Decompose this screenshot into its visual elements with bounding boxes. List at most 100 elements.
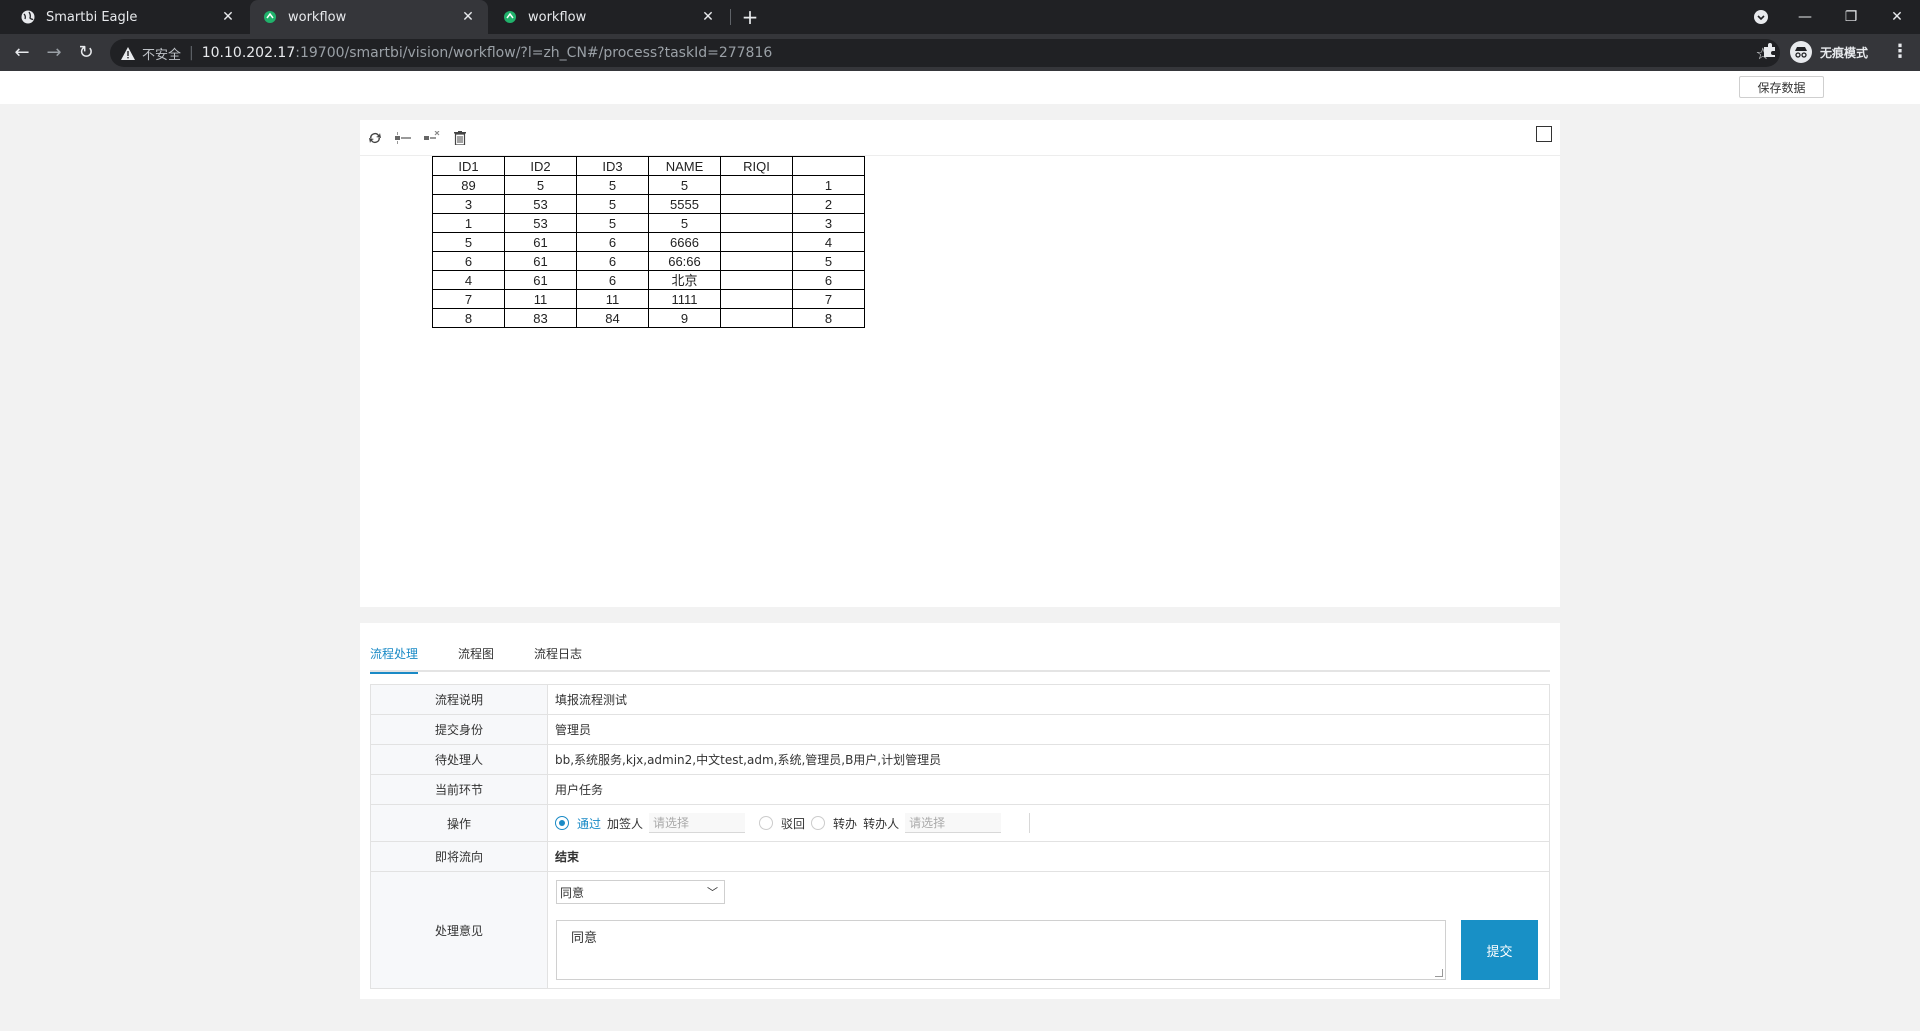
browser-tab-workflow-active[interactable]: workflow ✕	[250, 0, 488, 34]
restore-icon[interactable]: ❐	[1828, 0, 1874, 34]
incognito-profile-button[interactable]: 无痕模式	[1790, 39, 1869, 65]
table-cell[interactable]: 5	[432, 232, 505, 252]
table-cell[interactable]: 5	[576, 213, 649, 233]
table-cell[interactable]	[720, 194, 793, 214]
trash-icon[interactable]	[450, 128, 470, 148]
table-cell[interactable]: 5	[576, 194, 649, 214]
table-cell[interactable]	[720, 251, 793, 271]
tab-process-log[interactable]: 流程日志	[534, 645, 582, 672]
table-cell[interactable]	[720, 175, 793, 195]
table-cell[interactable]: 61	[504, 270, 577, 290]
minimize-icon[interactable]: —	[1782, 0, 1828, 34]
close-tab-icon[interactable]: ✕	[220, 9, 236, 25]
table-cell[interactable]: 61	[504, 232, 577, 252]
table-cell[interactable]	[720, 213, 793, 233]
reject-radio[interactable]	[759, 816, 774, 830]
table-cell[interactable]	[720, 289, 793, 309]
back-arrow-icon[interactable]: ←	[8, 38, 36, 66]
resize-grip-icon[interactable]	[1435, 969, 1443, 977]
table-cell[interactable]: 4	[792, 232, 865, 252]
close-window-icon[interactable]: ✕	[1874, 0, 1920, 34]
table-cell[interactable]: 6	[576, 251, 649, 271]
maximize-icon[interactable]	[1536, 126, 1552, 142]
extensions-puzzle-icon[interactable]	[1762, 42, 1782, 62]
form-row-identity: 提交身份 管理员	[371, 715, 1549, 745]
table-cell[interactable]: 8	[792, 308, 865, 328]
forward-arrow-icon[interactable]: →	[40, 38, 68, 66]
table-cell[interactable]: 89	[432, 175, 505, 195]
pass-label[interactable]: 通过	[577, 815, 601, 832]
table-cell[interactable]: 1111	[648, 289, 721, 309]
opinion-select[interactable]: 同意 ﹀	[556, 880, 725, 904]
table-cell[interactable]: 9	[648, 308, 721, 328]
next-value: 结束	[555, 850, 580, 864]
table-cell[interactable]: 11	[576, 289, 649, 309]
table-cell[interactable]: 6	[576, 270, 649, 290]
table-cell[interactable]	[720, 232, 793, 252]
tab-process[interactable]: 流程处理	[370, 645, 419, 674]
table-cell[interactable]: 8	[432, 308, 505, 328]
table-cell[interactable]: 53	[504, 213, 577, 233]
pending-value: bb,系统服务,kjx,admin2,中文test,adm,系统,管理员,B用户…	[555, 753, 942, 767]
insert-row-icon[interactable]	[393, 128, 413, 148]
transfer-to-input[interactable]: 请选择	[905, 813, 1002, 833]
table-cell[interactable]	[720, 308, 793, 328]
table-cell[interactable]: 61	[504, 251, 577, 271]
transfer-radio[interactable]	[811, 816, 826, 830]
table-cell[interactable]: 5	[648, 213, 721, 233]
transfer-label[interactable]: 转办	[833, 815, 857, 832]
reload-icon[interactable]: ↻	[72, 38, 100, 66]
table-cell[interactable]	[720, 270, 793, 290]
more-menu-icon[interactable]: ⋮	[1890, 40, 1910, 64]
delete-row-icon[interactable]	[422, 128, 442, 148]
table-cell[interactable]: 84	[576, 308, 649, 328]
refresh-icon[interactable]	[365, 128, 385, 148]
table-cell[interactable]: 6	[792, 270, 865, 290]
table-cell[interactable]: 53	[504, 194, 577, 214]
pass-radio[interactable]	[555, 816, 569, 830]
table-cell[interactable]: 北京	[648, 270, 721, 290]
identity-label: 提交身份	[371, 715, 548, 744]
table-row: 1 53 5 5 3	[432, 213, 865, 233]
column-header: RIQI	[720, 156, 793, 176]
add-signer-input[interactable]: 请选择	[649, 813, 746, 833]
table-cell[interactable]: 5	[648, 175, 721, 195]
pending-label: 待处理人	[371, 745, 548, 774]
opinion-textarea[interactable]: 同意	[556, 920, 1446, 980]
table-row: 3 53 5 5555 2	[432, 194, 865, 214]
table-cell[interactable]: 1	[792, 175, 865, 195]
table-cell[interactable]: 5	[792, 251, 865, 271]
table-cell[interactable]: 11	[504, 289, 577, 309]
table-cell[interactable]: 5555	[648, 194, 721, 214]
report-table: ID1 ID2 ID3 NAME RIQI 89 5 5 5 1 3 53 5 5555 2 1 53 5 5 3 5 6…	[432, 156, 865, 328]
browser-tab-smartbi-eagle[interactable]: Smartbi Eagle ✕	[8, 0, 248, 34]
close-tab-icon[interactable]: ✕	[700, 9, 716, 25]
table-cell[interactable]: 5	[504, 175, 577, 195]
table-cell[interactable]: 3	[432, 194, 505, 214]
table-cell[interactable]: 6	[432, 251, 505, 271]
form-row-opinion: 处理意见 同意 ﹀ 同意 提交	[371, 872, 1549, 988]
tab-separator	[730, 9, 731, 25]
save-data-button[interactable]: 保存数据	[1739, 76, 1824, 98]
tab-search-icon[interactable]	[1738, 0, 1784, 34]
close-tab-icon[interactable]: ✕	[460, 9, 476, 25]
tab-title: workflow	[288, 9, 347, 25]
table-cell[interactable]: 6	[576, 232, 649, 252]
table-cell[interactable]: 3	[792, 213, 865, 233]
table-cell[interactable]: 66:66	[648, 251, 721, 271]
table-cell[interactable]: 4	[432, 270, 505, 290]
table-row: 5 61 6 6666 4	[432, 232, 865, 252]
table-cell[interactable]: 7	[432, 289, 505, 309]
table-cell[interactable]: 83	[504, 308, 577, 328]
table-cell[interactable]: 5	[576, 175, 649, 195]
table-cell[interactable]: 7	[792, 289, 865, 309]
tab-flowchart[interactable]: 流程图	[458, 645, 494, 672]
submit-button[interactable]: 提交	[1461, 920, 1538, 980]
table-cell[interactable]: 2	[792, 194, 865, 214]
address-bar[interactable]: 不安全 | 10.10.202.17 :19700/smartbi/vision…	[110, 39, 1780, 67]
reject-label[interactable]: 驳回	[781, 815, 805, 832]
table-cell[interactable]: 6666	[648, 232, 721, 252]
table-cell[interactable]: 1	[432, 213, 505, 233]
browser-tab-workflow[interactable]: workflow ✕	[490, 0, 728, 34]
new-tab-button[interactable]: +	[738, 5, 762, 29]
